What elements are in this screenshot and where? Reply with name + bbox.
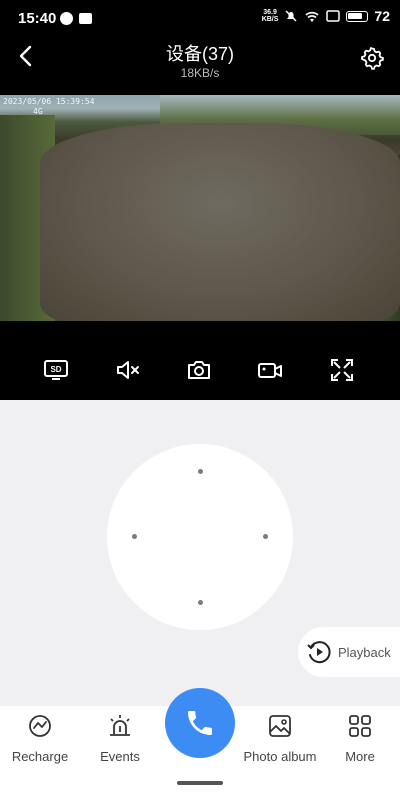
transfer-rate: 18KB/s (180, 66, 220, 80)
status-bar: 15:40 36.9 KB/S 72 (0, 0, 400, 36)
status-time: 15:40 (18, 10, 57, 27)
tab-photo-album[interactable]: Photo album (240, 712, 320, 772)
tab-more[interactable]: More (320, 712, 400, 772)
phone-icon (188, 711, 212, 735)
sd-card-icon: SD (44, 360, 68, 380)
speaker-muted-icon (117, 361, 139, 379)
video-frame (40, 123, 400, 321)
battery-icon (346, 10, 369, 22)
record-button[interactable] (256, 356, 284, 384)
grid-icon (349, 715, 371, 737)
playback-button[interactable]: Playback (298, 627, 400, 677)
alarm-light-icon (110, 715, 130, 736)
wifi-icon (305, 11, 319, 22)
svg-text:SD: SD (50, 365, 61, 374)
header: 设备(37) 18KB/s (0, 36, 400, 92)
message-icon (79, 13, 92, 24)
home-indicator[interactable] (177, 781, 223, 785)
ptz-joystick[interactable] (107, 444, 293, 630)
fullscreen-button[interactable] (328, 356, 356, 384)
video-stream[interactable]: 2023/05/06 15:39:54 4G (0, 95, 400, 321)
ptz-left-dot (132, 534, 137, 539)
gear-icon[interactable] (360, 46, 384, 70)
video-controls: SD (0, 350, 400, 390)
call-button[interactable] (165, 688, 235, 758)
video-osd: 2023/05/06 15:39:54 4G (3, 97, 95, 116)
expand-icon (331, 359, 353, 381)
tab-recharge[interactable]: Recharge (0, 712, 80, 772)
image-icon (269, 715, 291, 737)
snapshot-button[interactable] (185, 356, 213, 384)
ptz-down-dot (198, 600, 203, 605)
mute-bell-icon (285, 10, 297, 22)
network-speed: 36.9 KB/S (261, 9, 279, 23)
ptz-right-dot (263, 534, 268, 539)
video-camera-icon (258, 363, 282, 378)
notification-icon (60, 12, 73, 25)
mute-button[interactable] (114, 356, 142, 384)
recharge-icon (29, 715, 51, 737)
playback-label: Playback (338, 644, 391, 660)
camera-icon (188, 361, 210, 379)
sd-button[interactable]: SD (42, 356, 70, 384)
camera-panel: 15:40 36.9 KB/S 72 设备(37) 18KB/s 2023/05… (0, 0, 400, 400)
ptz-up-dot (198, 469, 203, 474)
tab-events[interactable]: Events (80, 712, 160, 772)
page-title: 设备(37) (165, 44, 234, 64)
cast-icon (326, 10, 341, 22)
playback-icon (307, 641, 331, 664)
battery-level: 72 (374, 8, 390, 24)
